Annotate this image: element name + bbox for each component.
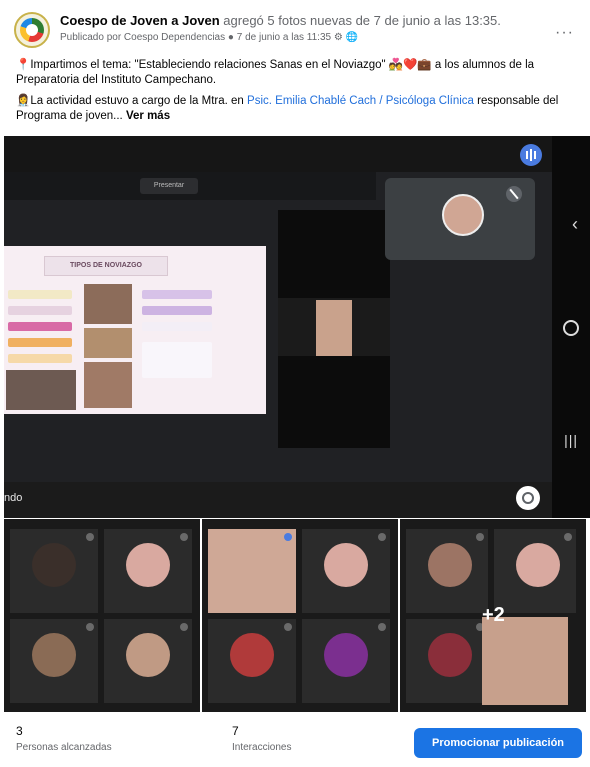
promote-post-button[interactable]: Promocionar publicación [414, 728, 582, 758]
participant-tile [104, 619, 192, 703]
refresh-icon[interactable] [516, 486, 540, 510]
participant-avatar [428, 633, 472, 677]
participant-tile [406, 529, 488, 613]
participant-tile [302, 529, 390, 613]
settings-icon: ⚙ [333, 32, 343, 43]
caption-line-1: 📍Impartimos el tema: "Estableciendo rela… [16, 59, 535, 86]
participant-tile [302, 619, 390, 703]
presentation-slide: TIPOS DE NOVIAZGO [4, 246, 266, 414]
gallery-photo-2[interactable] [4, 519, 200, 712]
post-title-line: Coespo de Joven a Joven agregó 5 fotos n… [60, 13, 501, 28]
participant-video [482, 617, 568, 705]
home-icon [563, 320, 579, 336]
post-date[interactable]: 7 de junio a las 11:35 [237, 32, 331, 43]
chevron-left-icon: ‹ [572, 214, 578, 234]
post-meta: Publicado por Coespo Dependencias ● 7 de… [60, 32, 358, 43]
interactions-label: Interacciones [232, 742, 292, 753]
tagged-person-link[interactable]: Psic. Emilia Chablé Cach / Psicóloga Clí… [247, 95, 474, 107]
globe-icon: 🌐 [345, 32, 359, 43]
recent-apps-icon: ||| [564, 432, 578, 448]
caption-text: 👩‍⚕️La actividad estuvo a cargo de la Mt… [16, 95, 244, 107]
participant-video [316, 300, 352, 356]
participant-avatar [230, 633, 274, 677]
published-by: Publicado por Coespo Dependencias [60, 32, 226, 43]
present-button: Presentar [140, 178, 198, 194]
participant-avatar [324, 543, 368, 587]
post-when: 7 de junio a las 13:35. [373, 13, 501, 28]
gallery-photo-3[interactable] [202, 519, 398, 712]
caption-overlay-text: ndo [4, 492, 23, 504]
phone-nav-bar: ‹ ||| [552, 136, 590, 518]
participant-tile [10, 619, 98, 703]
more-photos-count[interactable]: +2 [482, 604, 505, 627]
post-photo-main[interactable]: Presentar TIPOS DE NOVIAZGO ndo ‹ ||| [4, 136, 590, 518]
see-more-link[interactable]: Ver más [126, 110, 170, 122]
participant-avatar [428, 543, 472, 587]
post-header: Coespo de Joven a Joven agregó 5 fotos n… [0, 0, 590, 56]
post-when-prefix: de [355, 13, 371, 28]
more-options-icon[interactable]: ··· [555, 24, 574, 42]
participant-avatar [324, 633, 368, 677]
author-name[interactable]: Coespo de Joven a Joven [60, 13, 220, 28]
participant-avatar [32, 633, 76, 677]
participant-avatar [32, 543, 76, 587]
mic-off-icon [506, 186, 522, 202]
participant-tile [10, 529, 98, 613]
participant-avatar [126, 543, 170, 587]
participant-tile [406, 619, 488, 703]
page-avatar[interactable] [14, 12, 50, 48]
reach-label: Personas alcanzadas [16, 742, 112, 753]
participant-tile [208, 619, 296, 703]
participant-avatar [442, 194, 484, 236]
slide-title: TIPOS DE NOVIAZGO [44, 256, 168, 276]
audio-icon[interactable] [520, 144, 542, 166]
interactions-count: 7 [232, 724, 239, 738]
reach-count: 3 [16, 724, 23, 738]
couple-photo [84, 284, 132, 324]
participant-tile [104, 529, 192, 613]
caption-line-2: 👩‍⚕️La actividad estuvo a cargo de la Mt… [16, 94, 582, 124]
participant-avatar [516, 543, 560, 587]
post-action: agregó 5 fotos nuevas [223, 13, 352, 28]
participant-avatar [126, 633, 170, 677]
participant-video [208, 529, 296, 613]
post-footer: 3 Personas alcanzadas 7 Interacciones Pr… [0, 714, 590, 767]
participant-tile [494, 529, 576, 613]
info-icon: ● [227, 32, 234, 43]
